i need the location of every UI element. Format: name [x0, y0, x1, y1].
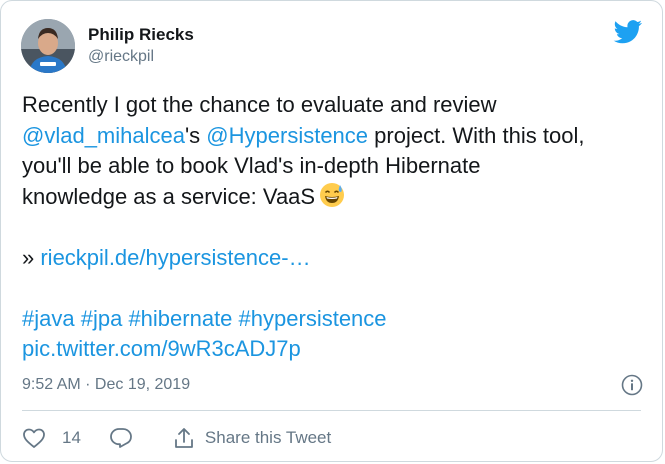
mention-link[interactable]: @vlad_mihalcea — [22, 123, 185, 148]
hashtag-link[interactable]: #hibernate — [128, 306, 232, 331]
mention-link[interactable]: @Hypersistence — [206, 123, 368, 148]
hashtag-link[interactable]: #jpa — [81, 306, 123, 331]
like-count: 14 — [62, 428, 81, 447]
heart-icon — [23, 428, 45, 448]
hashtag-link[interactable]: #java — [22, 306, 75, 331]
url-link[interactable]: rieckpil.de/hypersistence-… — [40, 245, 310, 270]
share-label: Share this Tweet — [204, 428, 332, 447]
tweet-line: knowledge as a service: VaaS — [22, 182, 642, 213]
reply-icon — [110, 428, 132, 448]
timestamp[interactable]: 9:52 AM · Dec 19, 2019 — [22, 376, 190, 394]
like-button[interactable]: 14 — [22, 427, 81, 449]
hashtag-line: #java #jpa #hibernate #hypersistence — [22, 304, 642, 335]
divider — [22, 410, 641, 411]
action-bar: 14 Share this Tweet — [22, 425, 331, 451]
twitter-bird-icon[interactable] — [613, 20, 643, 44]
hashtag-link[interactable]: #hypersistence — [239, 306, 387, 331]
reply-button[interactable] — [109, 426, 133, 450]
avatar[interactable] — [21, 19, 75, 73]
share-button[interactable]: Share this Tweet — [173, 426, 331, 450]
grinning-face-with-sweat-icon — [320, 182, 345, 207]
tweet-card: Philip Riecks @rieckpil Recently I got t… — [0, 0, 663, 462]
info-icon[interactable] — [621, 374, 643, 396]
author-handle[interactable]: @rieckpil — [88, 48, 154, 66]
share-icon — [175, 428, 193, 448]
pic-link[interactable]: pic.twitter.com/9wR3cADJ7p — [22, 336, 301, 361]
tweet-line: @vlad_mihalcea's @Hypersistence project.… — [22, 122, 585, 148]
tweet-line: » rieckpil.de/hypersistence-… — [22, 244, 311, 270]
tweet-text: Recently I got the chance to evaluate an… — [22, 90, 642, 365]
tweet-line: you'll be able to book Vlad's in-depth H… — [22, 153, 481, 178]
tweet-line: Recently I got the chance to evaluate an… — [22, 92, 497, 117]
author-name[interactable]: Philip Riecks — [88, 25, 194, 45]
tweet-line: pic.twitter.com/9wR3cADJ7p — [22, 334, 642, 365]
